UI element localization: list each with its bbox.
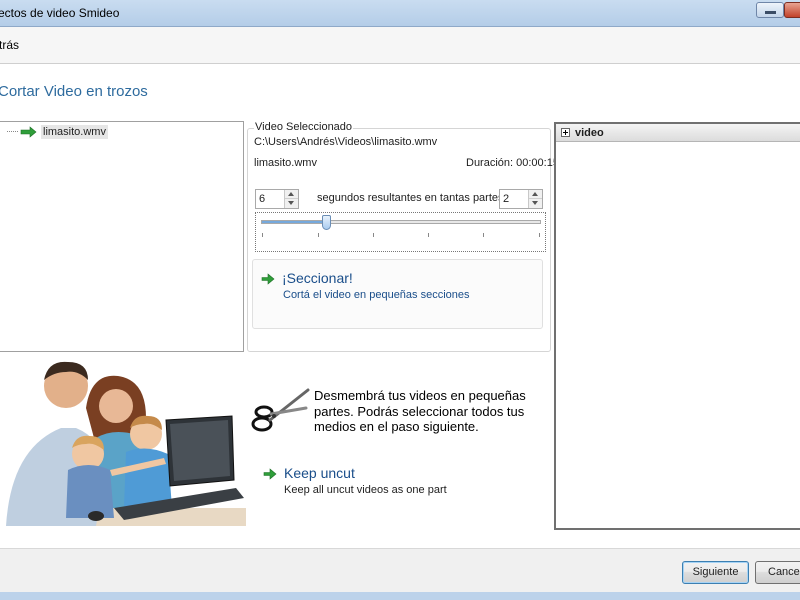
selected-video-group-label: Video Seleccionado	[254, 121, 354, 133]
slider-tick	[262, 233, 263, 237]
spinner-up-icon[interactable]	[285, 190, 298, 199]
section-action-description: Cortá el video en pequeñas secciones	[283, 289, 470, 301]
parts-stepper-buttons	[528, 190, 542, 208]
parts-slider[interactable]	[255, 212, 546, 252]
seconds-value: 6	[259, 193, 266, 205]
spinner-down-icon[interactable]	[529, 199, 542, 208]
video-parts-panel[interactable]: video	[554, 122, 800, 530]
keep-uncut-command-link[interactable]: Keep uncut Keep all uncut videos as one …	[255, 460, 545, 502]
section-action-title: ¡Seccionar!	[282, 270, 353, 286]
spinner-up-icon[interactable]	[529, 190, 542, 199]
slider-tick	[373, 233, 374, 237]
slider-tick	[539, 233, 540, 237]
keep-uncut-description: Keep all uncut videos as one part	[284, 484, 447, 496]
spinner-down-icon[interactable]	[285, 199, 298, 208]
title-bar: ectos de video Smideo	[0, 0, 800, 27]
family-laptop-illustration	[6, 361, 246, 526]
keep-uncut-title: Keep uncut	[284, 465, 355, 481]
green-arrow-icon	[263, 468, 277, 480]
section-command-link[interactable]: ¡Seccionar! Cortá el video en pequeñas s…	[252, 259, 543, 329]
back-button[interactable]: trás	[0, 38, 19, 52]
page-title: Cortar Video en trozos	[0, 83, 148, 100]
green-arrow-icon	[20, 126, 37, 138]
video-group-header[interactable]: video	[556, 124, 800, 142]
slider-track	[261, 220, 541, 224]
video-group-label: video	[575, 127, 604, 139]
slider-tick	[428, 233, 429, 237]
footer-bar: Siguiente Cancela	[0, 548, 800, 592]
expand-plus-icon[interactable]	[561, 128, 570, 137]
minimize-button[interactable]	[756, 2, 784, 18]
minimize-icon	[765, 11, 776, 14]
video-file-name: limasito.wmv	[254, 157, 317, 169]
window-bottom-edge	[0, 592, 800, 600]
slider-fill	[262, 221, 323, 223]
seconds-stepper[interactable]: 6	[255, 189, 299, 209]
scissors-icon	[251, 388, 310, 432]
video-path: C:\Users\Andrés\Videos\limasito.wmv	[254, 136, 438, 148]
cancel-button[interactable]: Cancela	[755, 561, 800, 584]
parts-stepper[interactable]: 2	[499, 189, 543, 209]
close-button[interactable]	[784, 2, 800, 18]
tree-connector	[7, 131, 18, 132]
video-file-tree[interactable]: limasito.wmv	[0, 121, 244, 352]
parts-value: 2	[503, 193, 510, 205]
slider-tick	[318, 233, 319, 237]
slider-thumb[interactable]	[322, 215, 331, 230]
window-title: ectos de video Smideo	[0, 6, 120, 20]
slider-tick	[483, 233, 484, 237]
video-duration: Duración: 00:00:15	[466, 157, 559, 169]
next-button[interactable]: Siguiente	[682, 561, 749, 584]
green-arrow-icon	[261, 273, 275, 285]
seconds-label: segundos resultantes en tantas partes:	[317, 192, 507, 204]
navigation-bar: trás	[0, 27, 800, 64]
tip-text: Desmembrá tus videos en pequeñas partes.…	[314, 388, 526, 434]
seconds-stepper-buttons	[284, 190, 298, 208]
tree-item-label: limasito.wmv	[41, 125, 108, 139]
